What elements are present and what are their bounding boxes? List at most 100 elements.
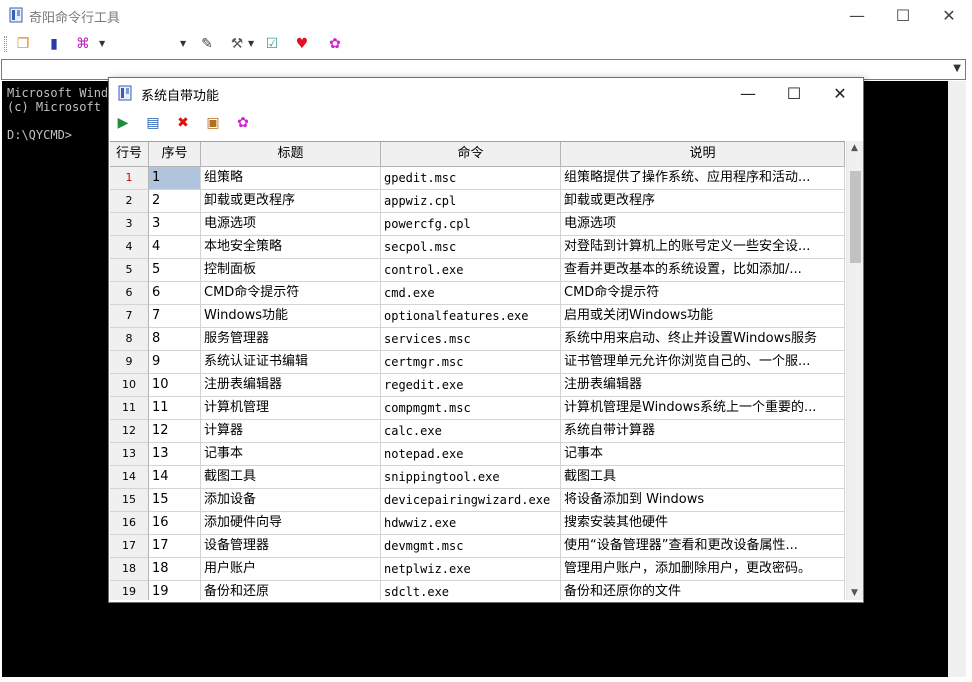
delete-icon[interactable]: ✖ (174, 114, 192, 132)
title-cell[interactable]: 设备管理器 (201, 535, 381, 558)
row-number-cell[interactable]: 11 (110, 397, 149, 420)
sequence-cell[interactable]: 13 (149, 443, 201, 466)
description-cell[interactable]: 注册表编辑器 (561, 374, 845, 397)
table-row[interactable]: 4 4 本地安全策略 secpol.msc 对登陆到计算机上的账号定义一些安全设... (110, 236, 845, 259)
dialog-minimize-button[interactable]: — (725, 78, 771, 108)
console-scrollbar[interactable] (948, 81, 966, 677)
table-row[interactable]: 6 6 CMD命令提示符 cmd.exe CMD命令提示符 (110, 282, 845, 305)
description-cell[interactable]: 对登陆到计算机上的账号定义一些安全设... (561, 236, 845, 259)
description-cell[interactable]: 记事本 (561, 443, 845, 466)
header-description[interactable]: 说明 (561, 142, 845, 167)
chevron-down-icon[interactable]: ▼ (248, 39, 254, 48)
title-cell[interactable]: 服务管理器 (201, 328, 381, 351)
row-number-cell[interactable]: 3 (110, 213, 149, 236)
row-number-cell[interactable]: 18 (110, 558, 149, 581)
description-cell[interactable]: 截图工具 (561, 466, 845, 489)
table-row[interactable]: 13 13 记事本 notepad.exe 记事本 (110, 443, 845, 466)
table-row[interactable]: 12 12 计算器 calc.exe 系统自带计算器 (110, 420, 845, 443)
command-cell[interactable]: powercfg.cpl (381, 213, 561, 236)
run-icon[interactable]: ▶ (114, 114, 132, 132)
row-number-cell[interactable]: 9 (110, 351, 149, 374)
document-icon[interactable]: ▤ (144, 114, 162, 132)
description-cell[interactable]: 启用或关闭Windows功能 (561, 305, 845, 328)
table-row[interactable]: 8 8 服务管理器 services.msc 系统中用来启动、终止并设置Windows服… (110, 328, 845, 351)
command-cell[interactable]: cmd.exe (381, 282, 561, 305)
description-cell[interactable]: 卸载或更改程序 (561, 190, 845, 213)
title-cell[interactable]: 计算器 (201, 420, 381, 443)
minimize-button[interactable]: — (834, 0, 880, 31)
chevron-down-icon[interactable]: ▼ (180, 39, 186, 48)
row-number-cell[interactable]: 8 (110, 328, 149, 351)
table-row[interactable]: 17 17 设备管理器 devmgmt.msc 使用“设备管理器”查看和更改设备属性..… (110, 535, 845, 558)
sequence-cell[interactable]: 19 (149, 581, 201, 600)
dialog-maximize-button[interactable]: ☐ (771, 78, 817, 108)
dialog-close-button[interactable]: ✕ (817, 78, 863, 108)
toolbar-grip[interactable] (4, 36, 7, 52)
tools-icon[interactable]: ⚒ (228, 35, 246, 53)
description-cell[interactable]: 系统中用来启动、终止并设置Windows服务 (561, 328, 845, 351)
title-cell[interactable]: CMD命令提示符 (201, 282, 381, 305)
row-number-cell[interactable]: 6 (110, 282, 149, 305)
book-icon[interactable]: ▮ (45, 35, 63, 53)
scroll-up-icon[interactable]: ▲ (851, 143, 858, 153)
row-number-cell[interactable]: 12 (110, 420, 149, 443)
heart-icon[interactable]: ♥ (293, 35, 311, 53)
description-cell[interactable]: 将设备添加到 Windows (561, 489, 845, 512)
header-sequence[interactable]: 序号 (149, 142, 201, 167)
command-cell[interactable]: netplwiz.exe (381, 558, 561, 581)
command-cell[interactable]: services.msc (381, 328, 561, 351)
description-cell[interactable]: 系统自带计算器 (561, 420, 845, 443)
table-row[interactable]: 16 16 添加硬件向导 hdwwiz.exe 搜索安装其他硬件 (110, 512, 845, 535)
title-cell[interactable]: 计算机管理 (201, 397, 381, 420)
command-cell[interactable]: regedit.exe (381, 374, 561, 397)
table-row[interactable]: 14 14 截图工具 snippingtool.exe 截图工具 (110, 466, 845, 489)
sequence-cell[interactable]: 11 (149, 397, 201, 420)
sequence-cell[interactable]: 8 (149, 328, 201, 351)
row-number-cell[interactable]: 1 (110, 167, 149, 190)
title-cell[interactable]: 电源选项 (201, 213, 381, 236)
title-cell[interactable]: 记事本 (201, 443, 381, 466)
row-number-cell[interactable]: 15 (110, 489, 149, 512)
description-cell[interactable]: 管理用户账户，添加删除用户，更改密码。 (561, 558, 845, 581)
sequence-cell[interactable]: 2 (149, 190, 201, 213)
table-row[interactable]: 10 10 注册表编辑器 regedit.exe 注册表编辑器 (110, 374, 845, 397)
sequence-cell[interactable]: 15 (149, 489, 201, 512)
command-cell[interactable]: sdclt.exe (381, 581, 561, 600)
sequence-cell[interactable]: 16 (149, 512, 201, 535)
command-cell[interactable]: appwiz.cpl (381, 190, 561, 213)
table-row[interactable]: 2 2 卸载或更改程序 appwiz.cpl 卸载或更改程序 (110, 190, 845, 213)
scroll-down-icon[interactable]: ▼ (851, 588, 858, 598)
table-row[interactable]: 5 5 控制面板 control.exe 查看并更改基本的系统设置，比如添加/... (110, 259, 845, 282)
link-icon[interactable]: ⌘ (74, 35, 92, 53)
description-cell[interactable]: 查看并更改基本的系统设置，比如添加/... (561, 259, 845, 282)
command-cell[interactable]: certmgr.msc (381, 351, 561, 374)
row-number-cell[interactable]: 14 (110, 466, 149, 489)
sequence-cell[interactable]: 4 (149, 236, 201, 259)
description-cell[interactable]: 搜索安装其他硬件 (561, 512, 845, 535)
command-cell[interactable]: hdwwiz.exe (381, 512, 561, 535)
row-number-cell[interactable]: 4 (110, 236, 149, 259)
table-row[interactable]: 7 7 Windows功能 optionalfeatures.exe 启用或关闭Wind… (110, 305, 845, 328)
header-command[interactable]: 命令 (381, 142, 561, 167)
command-cell[interactable]: notepad.exe (381, 443, 561, 466)
command-cell[interactable]: gpedit.msc (381, 167, 561, 190)
row-number-cell[interactable]: 13 (110, 443, 149, 466)
sequence-cell[interactable]: 14 (149, 466, 201, 489)
sequence-cell[interactable]: 1 (149, 167, 201, 190)
sequence-cell[interactable]: 5 (149, 259, 201, 282)
table-row[interactable]: 18 18 用户账户 netplwiz.exe 管理用户账户，添加删除用户，更改密码。 (110, 558, 845, 581)
brush-icon[interactable]: ✎ (198, 35, 216, 53)
command-cell[interactable]: control.exe (381, 259, 561, 282)
sequence-cell[interactable]: 9 (149, 351, 201, 374)
close-button[interactable]: ✕ (926, 0, 972, 31)
settings-icon[interactable]: ✿ (234, 114, 252, 132)
title-cell[interactable]: 系统认证证书编辑 (201, 351, 381, 374)
table-row[interactable]: 3 3 电源选项 powercfg.cpl 电源选项 (110, 213, 845, 236)
title-cell[interactable]: 卸载或更改程序 (201, 190, 381, 213)
title-cell[interactable]: 组策略 (201, 167, 381, 190)
chevron-down-icon[interactable]: ▼ (953, 63, 961, 74)
row-number-cell[interactable]: 7 (110, 305, 149, 328)
description-cell[interactable]: 电源选项 (561, 213, 845, 236)
sequence-cell[interactable]: 7 (149, 305, 201, 328)
row-number-cell[interactable]: 5 (110, 259, 149, 282)
